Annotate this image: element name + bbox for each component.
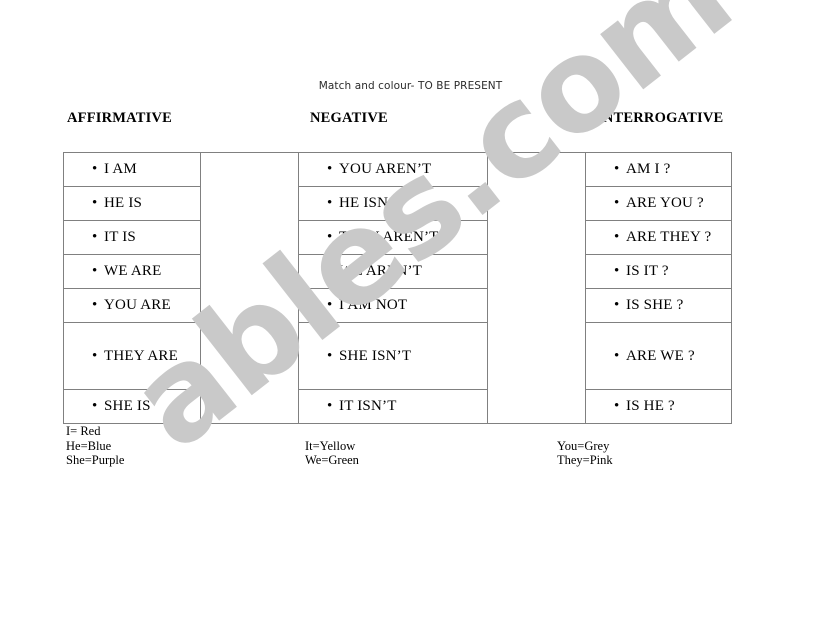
bullet-icon: • [614,263,620,279]
interrogative-cell-2[interactable]: • ARE THEY ? [585,220,732,255]
negative-item-4: I AM NOT [339,297,408,313]
negative-item-6: IT ISN’T [339,398,397,414]
column-headers: AFFIRMATIVE NEGATIVE INTERROGATIVE [0,110,821,130]
affirmative-cell-4[interactable]: • YOU ARE [63,288,201,323]
table-row: • HE IS • HE ISN’T • ARE YOU ? [63,186,732,221]
bullet-icon: • [614,229,620,245]
affirmative-cell-1[interactable]: • HE IS [63,186,201,221]
spacer-column-2[interactable] [487,152,586,424]
table-row: • THEY ARE • SHE ISN’T • ARE WE ? [63,322,732,390]
table-row: • IT IS • THEY AREN’T • ARE THEY ? [63,220,732,255]
interrogative-item-5: ARE WE ? [626,347,695,364]
affirmative-item-3: WE ARE [104,263,162,279]
interrogative-item-1: ARE YOU ? [626,195,704,211]
worksheet-page: Match and colour- TO BE PRESENT AFFIRMAT… [0,0,821,581]
bullet-icon: • [92,297,98,313]
legend-entry: He=Blue [66,438,112,453]
bullet-icon: • [614,347,620,364]
affirmative-cell-3[interactable]: • WE ARE [63,254,201,289]
bullet-icon: • [327,263,333,279]
legend-entry: You=Grey [557,438,610,453]
bullet-icon: • [92,161,98,177]
bullet-icon: • [327,297,333,313]
column-header-negative: NEGATIVE [310,110,388,126]
bullet-icon: • [614,398,620,414]
legend-group-3: You=Grey They=Pink [557,439,613,468]
table-row: • SHE IS • IT ISN’T • IS HE ? [63,389,732,424]
negative-item-0: YOU AREN’T [339,161,432,177]
interrogative-cell-4[interactable]: • IS SHE ? [585,288,732,323]
interrogative-cell-0[interactable]: • AM I ? [585,152,732,187]
bullet-icon: • [614,195,620,211]
interrogative-item-0: AM I ? [626,161,671,177]
interrogative-item-2: ARE THEY ? [626,229,712,245]
column-header-interrogative: INTERROGATIVE [597,110,724,126]
legend-entry: I= Red [66,424,101,438]
bullet-icon: • [327,195,333,211]
bullet-icon: • [327,347,333,364]
legend-entry: We=Green [305,453,359,467]
negative-item-3: WE AREN’T [339,263,423,279]
interrogative-item-4: IS SHE ? [626,297,684,313]
page-title: Match and colour- TO BE PRESENT [318,80,503,92]
table-row: • YOU ARE • I AM NOT • IS SHE ? [63,288,732,323]
negative-cell-0[interactable]: • YOU AREN’T [298,152,488,187]
affirmative-cell-2[interactable]: • IT IS [63,220,201,255]
bullet-icon: • [327,229,333,245]
spacer-column-1[interactable] [200,152,299,424]
negative-item-5: SHE ISN’T [339,347,412,364]
column-header-affirmative: AFFIRMATIVE [67,110,173,126]
affirmative-item-1: HE IS [104,195,143,211]
table-row: • I AM • YOU AREN’T • AM I ? [63,152,732,424]
interrogative-cell-1[interactable]: • ARE YOU ? [585,186,732,221]
affirmative-item-6: SHE IS [104,398,151,414]
match-table: • I AM • YOU AREN’T • AM I ? • HE IS • HE ISN… [63,152,732,424]
affirmative-cell-5[interactable]: • THEY ARE [63,322,201,390]
interrogative-cell-6[interactable]: • IS HE ? [585,389,732,424]
legend-group-1: I= Red He=Blue She=Purple [66,424,124,468]
bullet-icon: • [92,229,98,245]
affirmative-item-0: I AM [104,161,137,177]
bullet-icon: • [92,195,98,211]
affirmative-cell-0[interactable]: • I AM [63,152,201,187]
legend-entry: She=Purple [66,453,125,467]
bullet-icon: • [92,398,98,414]
affirmative-cell-6[interactable]: • SHE IS [63,389,201,424]
interrogative-item-3: IS IT ? [626,263,669,279]
table-row: • WE ARE • WE AREN’T • IS IT ? [63,254,732,289]
negative-cell-5[interactable]: • SHE ISN’T [298,322,488,390]
negative-cell-1[interactable]: • HE ISN’T [298,186,488,221]
negative-cell-2[interactable]: • THEY AREN’T [298,220,488,255]
negative-cell-4[interactable]: • I AM NOT [298,288,488,323]
interrogative-cell-3[interactable]: • IS IT ? [585,254,732,289]
colour-legend: I= Red He=Blue She=Purple It=Yellow We=G… [0,424,821,484]
negative-item-1: HE ISN’T [339,195,403,211]
negative-cell-3[interactable]: • WE AREN’T [298,254,488,289]
bullet-icon: • [614,297,620,313]
bullet-icon: • [327,161,333,177]
legend-entry: It=Yellow [305,438,356,453]
affirmative-item-4: YOU ARE [104,297,171,313]
bullet-icon: • [327,398,333,414]
bullet-icon: • [92,347,98,364]
negative-cell-6[interactable]: • IT ISN’T [298,389,488,424]
bullet-icon: • [614,161,620,177]
affirmative-item-2: IT IS [104,229,136,245]
interrogative-item-6: IS HE ? [626,398,675,414]
legend-group-2: It=Yellow We=Green [305,439,359,468]
affirmative-item-5: THEY ARE [104,347,178,364]
negative-item-2: THEY AREN’T [339,229,439,245]
bullet-icon: • [92,263,98,279]
interrogative-cell-5[interactable]: • ARE WE ? [585,322,732,390]
legend-entry: They=Pink [557,453,613,467]
